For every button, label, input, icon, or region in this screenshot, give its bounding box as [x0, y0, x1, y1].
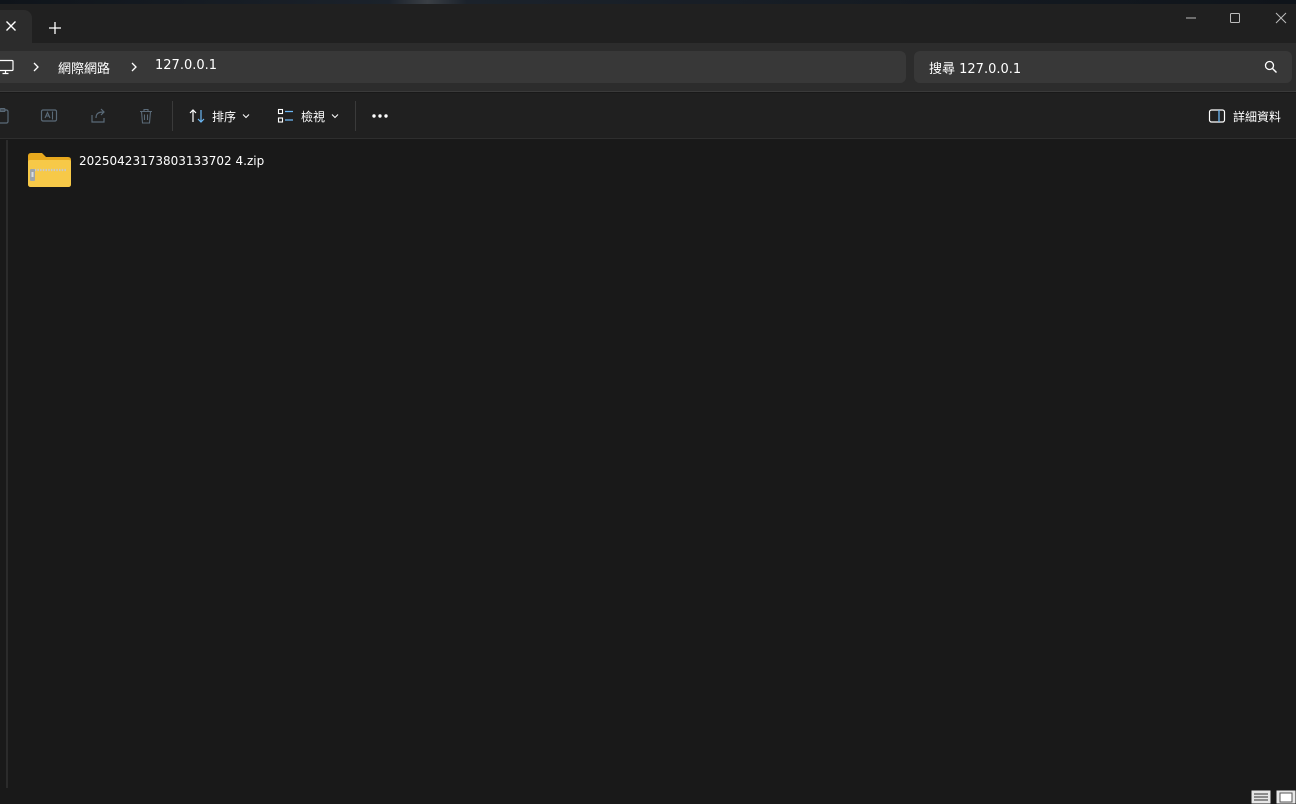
search-input[interactable]: 搜尋 127.0.0.1	[914, 51, 1292, 83]
title-bar	[0, 0, 1296, 43]
navigation-pane-edge[interactable]	[6, 140, 8, 788]
view-icon	[277, 108, 293, 123]
minimize-icon	[1186, 17, 1196, 19]
toolbar-divider	[355, 101, 356, 131]
close-icon	[1275, 12, 1287, 24]
breadcrumb[interactable]: 網際網路 127.0.0.1	[0, 51, 906, 83]
breadcrumb-item-internet[interactable]: 網際網路	[58, 58, 110, 77]
chevron-down-icon	[331, 114, 339, 119]
maximize-button[interactable]	[1224, 8, 1246, 28]
search-placeholder: 搜尋 127.0.0.1	[929, 62, 1022, 77]
toolbar-divider	[172, 101, 173, 131]
view-label: 檢視	[301, 109, 326, 124]
rename-icon[interactable]	[40, 107, 58, 125]
paste-icon[interactable]	[0, 107, 12, 125]
more-icon	[372, 114, 388, 118]
maximize-icon	[1230, 13, 1240, 23]
chevron-right-icon[interactable]	[128, 61, 140, 73]
more-options-button[interactable]	[368, 106, 392, 126]
minimize-button[interactable]	[1180, 8, 1202, 28]
window-top-strip	[0, 0, 1296, 4]
file-name: 20250423173803133702 4.zip	[79, 154, 265, 168]
chevron-right-icon[interactable]	[30, 61, 42, 73]
close-icon[interactable]	[3, 18, 19, 34]
plus-icon	[49, 22, 61, 34]
breadcrumb-item-host[interactable]: 127.0.0.1	[155, 58, 217, 73]
details-pane-icon	[1208, 109, 1226, 123]
command-bar: 排序 檢視 詳細資料	[0, 93, 1296, 139]
search-icon[interactable]	[1264, 60, 1278, 74]
status-bar	[0, 788, 1296, 804]
chevron-down-icon	[242, 114, 250, 119]
new-tab-button[interactable]	[44, 17, 66, 39]
trash-icon[interactable]	[137, 107, 155, 125]
sort-button[interactable]: 排序	[188, 102, 250, 130]
active-tab[interactable]	[0, 10, 32, 43]
computer-icon[interactable]	[0, 59, 15, 75]
details-pane-button[interactable]: 詳細資料	[1208, 102, 1281, 130]
address-bar: 網際網路 127.0.0.1 搜尋 127.0.0.1	[0, 43, 1296, 92]
details-view-icon[interactable]	[1251, 790, 1271, 804]
details-label: 詳細資料	[1233, 109, 1282, 124]
share-icon[interactable]	[89, 107, 107, 125]
file-list[interactable]: 20250423173803133702 4.zip	[0, 140, 1296, 788]
large-icons-view-icon[interactable]	[1276, 790, 1296, 804]
view-button[interactable]: 檢視	[277, 102, 339, 130]
sort-label: 排序	[212, 109, 237, 124]
zip-folder-icon	[28, 153, 71, 187]
list-item[interactable]: 20250423173803133702 4.zip	[24, 150, 264, 192]
close-window-button[interactable]	[1270, 8, 1292, 28]
sort-icon	[189, 109, 205, 123]
